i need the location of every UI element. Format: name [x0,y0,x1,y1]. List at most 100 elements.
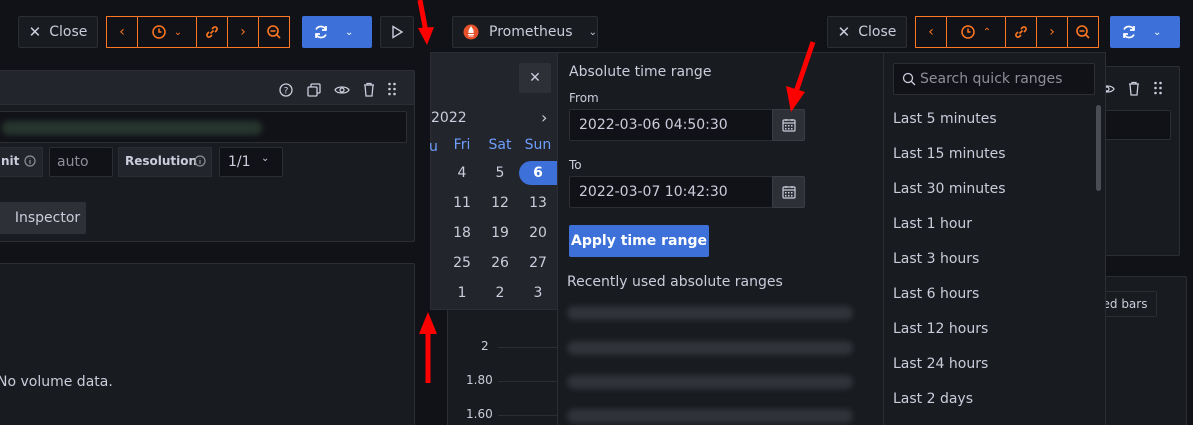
calendar-day[interactable]: 20 [522,225,554,241]
apply-time-range-button[interactable]: Apply time range [569,225,709,257]
clock-icon [152,25,166,39]
recent-range-item[interactable] [567,409,853,423]
to-value: 2022-03-07 10:42:30 [579,184,728,200]
chevron-down-icon: ⌄ [345,26,354,38]
zoom-out-icon [267,25,281,39]
recent-range-item[interactable] [567,341,853,355]
quick-range-item[interactable]: Last 1 hour [893,216,972,232]
scrollbar-thumb[interactable] [1096,105,1101,191]
datasource-picker[interactable]: Prometheus ⌄ [452,16,598,48]
help-icon[interactable]: ? [279,83,293,97]
calendar-day[interactable]: 13 [522,195,554,211]
drag-handle-icon[interactable] [387,82,397,96]
calendar-next-button[interactable]: › [541,108,547,127]
quick-range-item[interactable]: Last 12 hours [893,321,988,337]
recent-range-item[interactable] [567,306,853,320]
close-label: Close [858,24,897,40]
time-forward-button[interactable]: › [227,16,259,48]
y-tick: 2 [481,339,489,353]
datasource-label: Prometheus [489,24,573,40]
from-value: 2022-03-06 04:50:30 [579,117,728,133]
sync-icon [1123,25,1135,39]
chevron-down-icon: ⌄ [588,26,597,38]
calendar-month-label: 2022 [431,110,467,126]
drag-handle-icon[interactable] [1153,81,1163,95]
link-button[interactable] [1005,16,1037,48]
quick-range-search-input[interactable] [920,70,1090,88]
weekday-header: Fri [453,137,471,153]
query-editor-panel: ? nit auto Resolution 1/1 ⌄ Inspector [0,70,415,242]
y-tick: 1.80 [466,373,493,387]
zoom-out-button[interactable] [1067,16,1099,48]
to-calendar-button[interactable] [772,176,805,208]
chevron-down-icon: ⌄ [1153,26,1162,38]
calendar-day[interactable]: 4 [446,165,478,181]
grid-line [498,347,558,348]
calendar-day[interactable]: 26 [484,255,516,271]
time-picker-button-active[interactable]: ⌃ [946,16,1006,48]
y-tick: 1.60 [466,407,493,421]
calendar-day[interactable]: 12 [484,195,516,211]
time-picker-button[interactable]: ⌄ [137,16,197,48]
query-input[interactable] [0,111,407,143]
link-icon [1015,26,1027,38]
close-icon: ✕ [28,23,42,41]
resolution-value: 1/1 [228,154,251,170]
inspector-label: Inspector [14,210,81,226]
eye-icon[interactable] [334,84,350,96]
info-icon [194,155,206,167]
quick-range-item[interactable]: Last 24 hours [893,356,988,372]
refresh-button-right[interactable]: ⌄ [1110,16,1180,48]
quick-range-item[interactable]: Last 5 minutes [893,111,997,127]
resolution-label: Resolution [125,154,198,168]
zoom-out-button[interactable] [258,16,290,48]
quick-range-item[interactable]: Last 3 hours [893,251,979,267]
trash-icon[interactable] [1127,81,1141,96]
close-icon: ✕ [837,23,851,41]
close-button-left[interactable]: ✕ Close [18,16,98,48]
calendar-day[interactable]: 1 [446,285,478,301]
apply-label: Apply time range [571,233,707,249]
refresh-button-left[interactable]: ⌄ [302,16,372,48]
chevron-down-icon: ⌄ [173,26,183,38]
clock-icon [961,25,975,39]
calendar-day[interactable]: 18 [446,225,478,241]
stacked-bars-label: ed bars [1102,297,1148,311]
recent-range-item[interactable] [567,375,853,389]
weekday-header: Sat [488,137,512,153]
from-label: From [569,91,599,105]
trash-icon[interactable] [362,82,376,97]
copy-icon[interactable] [307,83,321,97]
calendar-day[interactable]: 25 [446,255,478,271]
time-back-button[interactable]: ‹ [106,16,138,48]
prometheus-icon [463,24,479,40]
time-controls-right: ‹ ⌃ › [915,16,1099,48]
info-icon [24,155,36,167]
link-button[interactable] [196,16,228,48]
link-icon [206,26,218,38]
calendar-day[interactable]: 5 [484,165,516,181]
calendar-day-selected[interactable]: 6 [522,165,554,181]
calendar-day[interactable]: 19 [484,225,516,241]
time-controls-left: ‹ ⌄ › [106,16,290,48]
quick-range-item[interactable]: Last 15 minutes [893,146,1006,162]
quick-range-item[interactable]: Last 30 minutes [893,181,1006,197]
chevron-up-icon: ⌃ [982,26,992,38]
play-icon [392,25,404,39]
time-forward-button[interactable]: › [1036,16,1068,48]
absolute-range-title: Absolute time range [569,64,712,80]
calendar-day[interactable]: 3 [522,285,554,301]
grid-line [498,381,558,382]
inspector-button[interactable]: Inspector [0,202,86,234]
calendar-day[interactable]: 11 [446,195,478,211]
quick-range-item[interactable]: Last 2 days [893,391,973,407]
calendar-day[interactable]: 27 [522,255,554,271]
calendar-day[interactable]: 2 [484,285,516,301]
calendar-close-button[interactable]: ✕ [519,63,551,93]
close-button-right[interactable]: ✕ Close [827,16,907,48]
volume-panel: No volume data. [0,263,415,425]
time-picker-popup: Absolute time range From 2022-03-06 04:5… [557,52,1106,425]
quick-range-item[interactable]: Last 6 hours [893,286,979,302]
time-back-button[interactable]: ‹ [915,16,947,48]
zoom-out-icon [1076,25,1090,39]
